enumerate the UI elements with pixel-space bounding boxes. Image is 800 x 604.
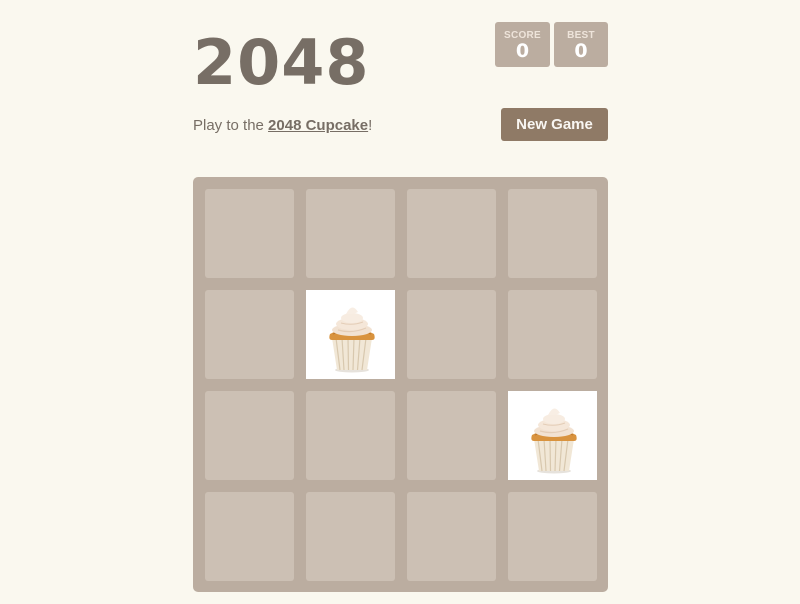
grid-cell bbox=[205, 391, 294, 480]
game-title: 2048 bbox=[193, 26, 370, 99]
intro-prefix: Play to the bbox=[193, 117, 269, 134]
new-game-button[interactable]: New Game bbox=[501, 108, 608, 141]
grid-cell bbox=[407, 391, 496, 480]
best-score-box: BEST 0 bbox=[554, 22, 608, 67]
grid-cell bbox=[508, 189, 597, 278]
grid-cell bbox=[205, 189, 294, 278]
score-box: SCORE 0 bbox=[495, 22, 550, 67]
cupcake-icon bbox=[508, 391, 597, 480]
intro-suffix: ! bbox=[368, 117, 373, 134]
grid-cell bbox=[306, 492, 395, 581]
game-board[interactable] bbox=[193, 177, 608, 592]
grid-cell bbox=[205, 290, 294, 379]
grid-cell bbox=[407, 189, 496, 278]
game-intro: Play to the 2048 Cupcake! bbox=[193, 117, 372, 135]
grid-cell bbox=[205, 492, 294, 581]
best-value: 0 bbox=[574, 40, 588, 62]
score-value: 0 bbox=[515, 40, 530, 62]
game-container: 2048 SCORE 0 BEST 0 Play to the 2048 Cup… bbox=[193, 0, 608, 604]
cupcake-icon bbox=[306, 290, 395, 379]
tile-cupcake bbox=[508, 391, 597, 480]
grid-cell bbox=[306, 391, 395, 480]
grid-cell bbox=[306, 189, 395, 278]
grid-cell bbox=[508, 492, 597, 581]
grid-cell bbox=[407, 492, 496, 581]
grid-cell bbox=[508, 290, 597, 379]
tile-cupcake bbox=[306, 290, 395, 379]
goal-link[interactable]: 2048 Cupcake bbox=[268, 117, 368, 134]
grid-cell bbox=[407, 290, 496, 379]
